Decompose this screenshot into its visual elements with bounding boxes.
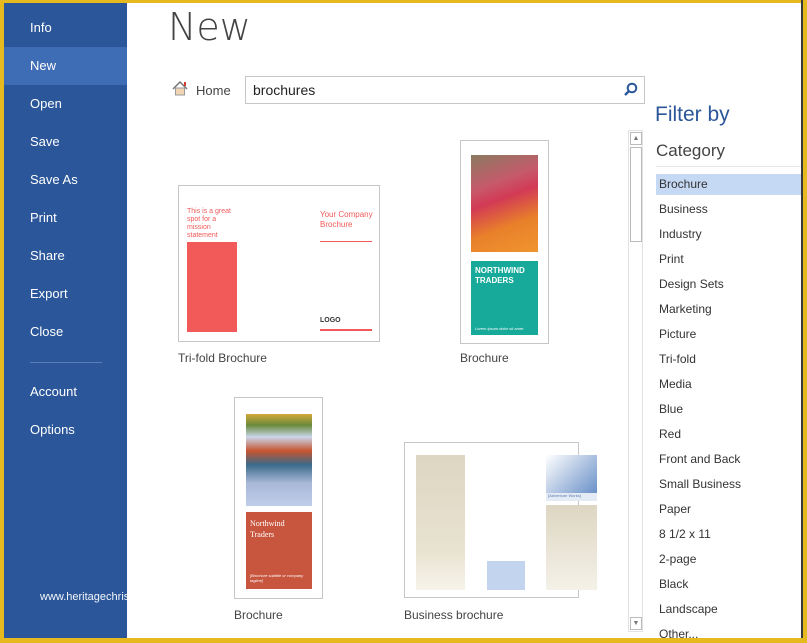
mission-text: This is a great spot for a mission state… — [187, 208, 231, 239]
brochure-tagline: [Brochure subtitle or company tagline] — [250, 573, 304, 583]
cover-panel — [546, 505, 597, 590]
category-item[interactable]: Landscape — [656, 599, 802, 620]
nav-new[interactable]: New — [4, 47, 127, 85]
category-item[interactable]: 2-page — [656, 549, 802, 570]
category-item[interactable]: Brochure — [656, 174, 802, 195]
category-item[interactable]: 8 1/2 x 11 — [656, 524, 802, 545]
template-brochure-traders[interactable]: Northwind Traders [Brochure subtitle or … — [234, 397, 323, 599]
divider — [320, 241, 372, 242]
nav-account[interactable]: Account — [4, 373, 127, 411]
rust-panel: Northwind Traders [Brochure subtitle or … — [246, 512, 312, 589]
brochure-tagline: Lorem ipsum dolor sit amet. — [475, 326, 525, 331]
backstage-window: Info New Open Save Save As Print Share E… — [4, 3, 802, 638]
window-edge — [801, 0, 803, 638]
category-divider — [656, 166, 802, 167]
teal-panel: NORTHWIND TRADERS Lorem ipsum dolor sit … — [471, 261, 538, 335]
text-column — [416, 455, 465, 590]
search-box — [245, 76, 645, 104]
category-item[interactable]: Small Business — [656, 474, 802, 495]
template-business-brochure[interactable]: [Adventure Works] — [404, 442, 597, 598]
category-item[interactable]: Other... — [656, 624, 802, 638]
filter-title: Filter by — [655, 103, 730, 126]
nav-export[interactable]: Export — [4, 275, 127, 313]
nav-save[interactable]: Save — [4, 123, 127, 161]
flowers-image — [471, 155, 538, 252]
search-input[interactable] — [246, 77, 606, 103]
scroll-down-arrow-icon[interactable]: ▼ — [630, 617, 642, 630]
category-item[interactable]: Red — [656, 424, 802, 445]
category-item[interactable]: Blue — [656, 399, 802, 420]
nav-print[interactable]: Print — [4, 199, 127, 237]
category-item[interactable]: Industry — [656, 224, 802, 245]
templates-scrollbar[interactable]: ▲ ▼ — [628, 130, 643, 632]
page-title: New — [168, 5, 251, 49]
watermark: www.heritagechristiancollege.com — [40, 591, 206, 603]
nav-close[interactable]: Close — [4, 313, 127, 351]
address-panel — [487, 561, 525, 590]
nav-info[interactable]: Info — [4, 9, 127, 47]
cover-heading: [Adventure Works] — [546, 493, 597, 501]
category-item[interactable]: Paper — [656, 499, 802, 520]
category-item[interactable]: Media — [656, 374, 802, 395]
nav-save-as[interactable]: Save As — [4, 161, 127, 199]
category-title: Category — [656, 141, 725, 160]
category-item[interactable]: Front and Back — [656, 449, 802, 470]
brochure-heading: Northwind Traders — [250, 519, 285, 539]
template-label[interactable]: Tri-fold Brochure — [178, 351, 267, 365]
boats-image — [246, 414, 312, 506]
nav-share[interactable]: Share — [4, 237, 127, 275]
home-link[interactable]: Home — [172, 80, 231, 99]
backstage-sidebar: Info New Open Save Save As Print Share E… — [4, 3, 127, 638]
category-item[interactable]: Print — [656, 249, 802, 270]
category-item[interactable]: Marketing — [656, 299, 802, 320]
nav-open[interactable]: Open — [4, 85, 127, 123]
cover-image — [546, 455, 597, 493]
scroll-up-arrow-icon[interactable]: ▲ — [630, 132, 642, 145]
search-icon[interactable] — [623, 82, 638, 102]
category-item[interactable]: Design Sets — [656, 274, 802, 295]
template-label[interactable]: Business brochure — [404, 608, 503, 622]
red-panel — [187, 242, 237, 332]
home-label: Home — [196, 82, 231, 98]
company-title: Your Company Brochure — [320, 210, 373, 229]
home-icon — [172, 80, 188, 99]
scroll-thumb[interactable] — [630, 147, 642, 242]
logo-underline — [320, 329, 372, 331]
nav-options[interactable]: Options — [4, 411, 127, 449]
template-label[interactable]: Brochure — [460, 351, 509, 365]
brochure-heading: NORTHWIND TRADERS — [475, 266, 525, 285]
template-label[interactable]: Brochure — [234, 608, 283, 622]
category-item[interactable]: Tri-fold — [656, 349, 802, 370]
category-item[interactable]: Picture — [656, 324, 802, 345]
category-item[interactable]: Business — [656, 199, 802, 220]
template-brochure-northwind[interactable]: NORTHWIND TRADERS Lorem ipsum dolor sit … — [460, 140, 549, 344]
sidebar-divider — [30, 362, 102, 363]
template-trifold-brochure[interactable]: This is a great spot for a mission state… — [178, 185, 380, 342]
category-item[interactable]: Black — [656, 574, 802, 595]
logo-text: LOGO — [320, 317, 341, 324]
